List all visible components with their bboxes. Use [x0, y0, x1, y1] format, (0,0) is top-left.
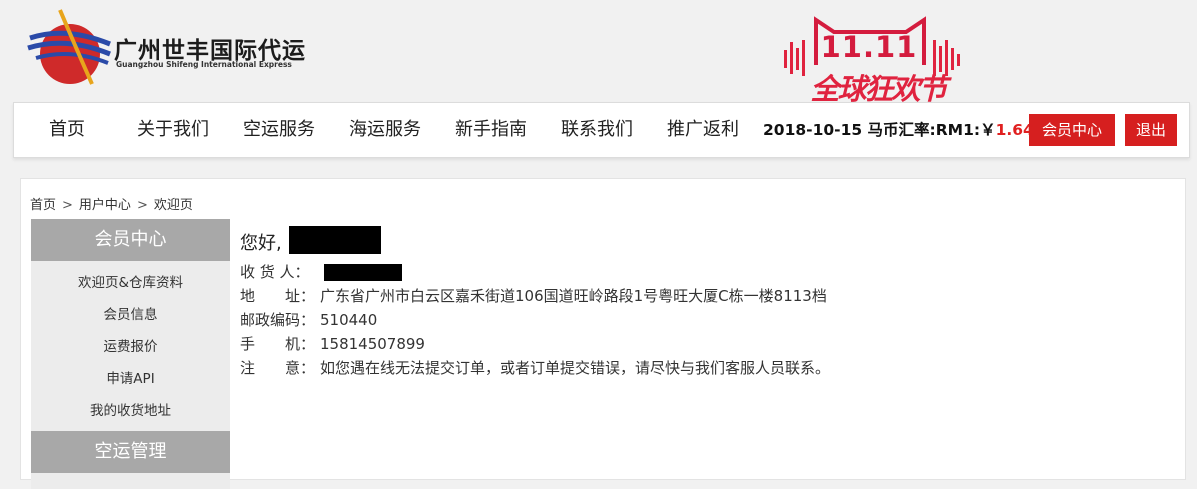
phone-value: 15814507899	[320, 335, 425, 353]
address-row: 地 址： 广东省广州市白云区嘉禾街道106国道旺岭路段1号粤旺大厦C栋一楼8113…	[240, 285, 827, 307]
notice-row: 注 意： 如您遇在线无法提交订单，或者订单提交错误，请尽快与我们客服人员联系。	[240, 357, 830, 379]
redacted-username	[289, 226, 381, 254]
company-logo-icon	[27, 9, 111, 85]
sidebar-section-air-management[interactable]: 空运管理	[31, 431, 230, 473]
sidebar: 会员中心 欢迎页&仓库资料 会员信息 运费报价 申请API 我的收货地址 空运管…	[31, 219, 230, 489]
breadcrumb: 首页 > 用户中心 > 欢迎页	[30, 194, 193, 213]
greeting: 您好,	[240, 233, 282, 254]
breadcrumb-home[interactable]: 首页	[30, 198, 56, 213]
sidebar-section-member-center[interactable]: 会员中心	[31, 219, 230, 261]
logout-button[interactable]: 退出	[1125, 114, 1177, 146]
redacted-recipient	[324, 264, 402, 281]
nav-sea-service[interactable]: 海运服务	[349, 103, 421, 157]
sidebar-item-shipping-quote[interactable]: 运费报价	[31, 331, 230, 363]
postcode-label: 邮政编码：	[240, 311, 316, 329]
main-panel: 首页 > 用户中心 > 欢迎页 会员中心 欢迎页&仓库资料 会员信息 运费报价 申请AP…	[20, 178, 1186, 489]
breadcrumb-separator: >	[62, 198, 73, 213]
double-eleven-banner: 11.11 全球狂欢节	[778, 10, 978, 106]
sidebar-item-apply-api[interactable]: 申请API	[31, 363, 230, 395]
promo-number: 11.11	[820, 30, 918, 64]
breadcrumb-separator: >	[136, 198, 148, 213]
exchange-rate: 2018-10-15 马币汇率:RM1:￥1.64	[763, 103, 1034, 157]
nav-referral[interactable]: 推广返利	[667, 103, 739, 157]
main-nav: 首页 关于我们 空运服务 海运服务 新手指南 联系我们 推广返利 2018-10…	[13, 102, 1190, 158]
company-logo[interactable]: 广州世丰国际代运 Guangzhou Shifeng International…	[26, 8, 326, 86]
sidebar-item-member-info[interactable]: 会员信息	[31, 299, 230, 331]
postcode-row: 邮政编码： 510440	[240, 309, 377, 331]
sidebar-item-my-address[interactable]: 我的收货地址	[31, 395, 230, 427]
member-center-button[interactable]: 会员中心	[1029, 114, 1115, 146]
sidebar-item-welcome[interactable]: 欢迎页&仓库资料	[31, 267, 230, 299]
phone-row: 手 机： 15814507899	[240, 333, 425, 355]
nav-home[interactable]: 首页	[49, 103, 85, 157]
notice-label: 注 意：	[240, 359, 316, 377]
breadcrumb-user-center[interactable]: 用户中心	[79, 198, 131, 213]
address-label: 地 址：	[240, 287, 316, 305]
phone-label: 手 机：	[240, 335, 316, 353]
recipient-label: 收 货 人：	[240, 263, 310, 281]
nav-contact[interactable]: 联系我们	[561, 103, 633, 157]
nav-guide[interactable]: 新手指南	[455, 103, 527, 157]
company-name-en: Guangzhou Shifeng International Express	[116, 60, 292, 69]
address-value: 广东省广州市白云区嘉禾街道106国道旺岭路段1号粤旺大厦C栋一楼8113档	[320, 287, 827, 305]
notice-value: 如您遇在线无法提交订单，或者订单提交错误，请尽快与我们客服人员联系。	[320, 359, 831, 377]
recipient-row: 收 货 人：	[240, 261, 402, 283]
breadcrumb-welcome: 欢迎页	[153, 198, 193, 213]
exchange-rate-label: 2018-10-15 马币汇率:RM1:￥	[763, 121, 996, 139]
top-header: 广州世丰国际代运 Guangzhou Shifeng International…	[0, 0, 1197, 106]
postcode-value: 510440	[320, 311, 378, 329]
nav-air-service[interactable]: 空运服务	[243, 103, 315, 157]
nav-about[interactable]: 关于我们	[137, 103, 209, 157]
